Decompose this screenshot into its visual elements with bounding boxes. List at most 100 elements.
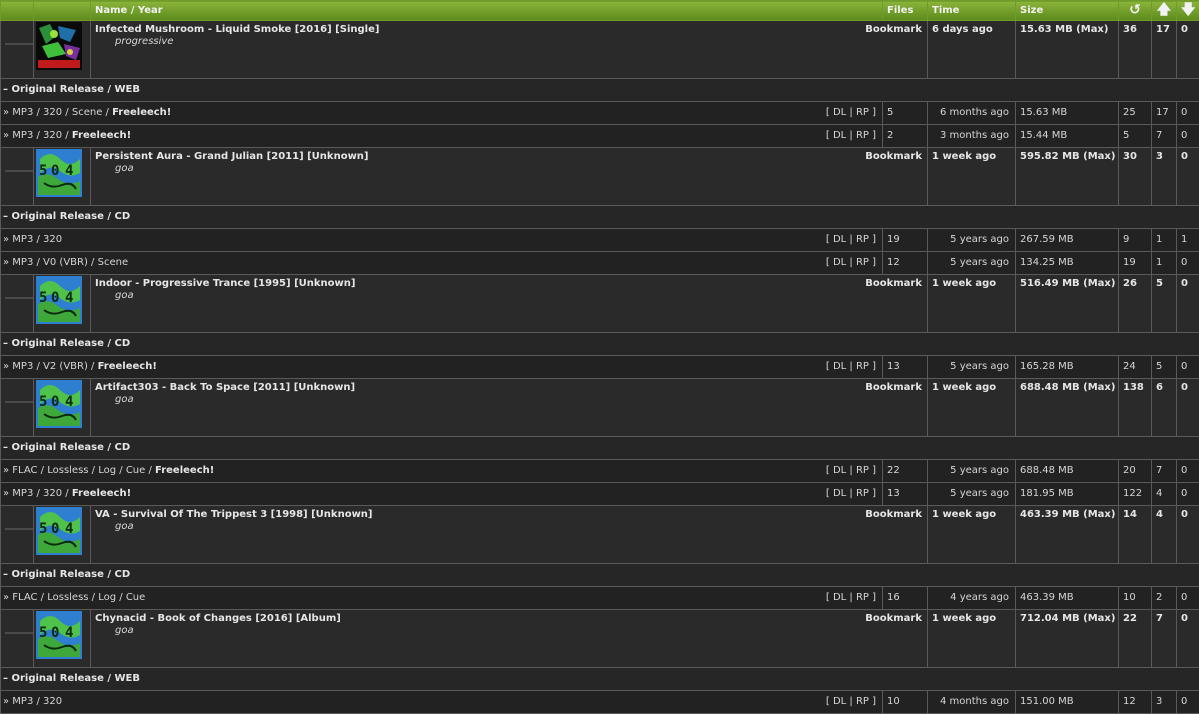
dl-rp-links[interactable]: [ DL | RP ] <box>826 483 876 505</box>
sort-name-year[interactable]: Name / Year <box>91 1 883 21</box>
torrent-time: 5 years ago <box>928 229 1016 252</box>
torrent-format-link[interactable]: » MP3 / V2 (VBR) / <box>3 361 98 372</box>
edition-label: Original Release / CD <box>11 211 130 222</box>
dl-rp-links[interactable]: [ DL | RP ] <box>826 587 876 609</box>
edition-label: Original Release / CD <box>11 569 130 580</box>
album-art-image[interactable]: 504 <box>36 149 82 197</box>
torrent-files: 5 <box>883 102 928 125</box>
torrent-files: 22 <box>883 460 928 483</box>
torrent-row: » MP3 / 320 / Freeleech![ DL | RP ]135 y… <box>1 483 1199 506</box>
dl-rp-links[interactable]: [ DL | RP ] <box>826 229 876 251</box>
edition-cell[interactable]: – Original Release / CD <box>1 206 1199 229</box>
freeleech-badge: Freeleech! <box>112 107 171 118</box>
group-collapse-cell <box>1 275 34 333</box>
torrent-format-link[interactable]: » MP3 / 320 <box>3 234 62 245</box>
freeleech-badge: Freeleech! <box>72 488 131 499</box>
group-tag-link[interactable]: goa <box>115 625 923 636</box>
group-seeders: 5 <box>1152 275 1177 333</box>
group-row: 504 Indoor - Progressive Trance [1995] [U… <box>1 275 1199 333</box>
svg-text:4: 4 <box>65 394 73 410</box>
bookmark-link[interactable]: Bookmark <box>865 278 922 289</box>
collapse-bar[interactable] <box>5 528 33 530</box>
freeleech-badge: Freeleech! <box>72 130 131 141</box>
sort-leechers-icon[interactable]: 🡇 <box>1177 1 1199 21</box>
bookmark-link[interactable]: Bookmark <box>865 613 922 624</box>
album-art-image[interactable]: 504 <box>36 380 82 428</box>
album-art-cell: 504 <box>34 506 91 564</box>
group-time: 1 week ago <box>928 275 1016 333</box>
group-tag-link[interactable]: goa <box>115 394 923 405</box>
svg-text:0: 0 <box>51 394 59 410</box>
group-size: 712.04 MB (Max) <box>1016 610 1119 668</box>
torrent-format-link[interactable]: » FLAC / Lossless / Log / Cue <box>3 592 145 603</box>
bookmark-link[interactable]: Bookmark <box>865 24 922 35</box>
group-title-link[interactable]: VA - Survival Of The Trippest 3 [1998] [… <box>95 509 373 520</box>
group-leechers: 0 <box>1177 21 1199 79</box>
edition-cell[interactable]: – Original Release / WEB <box>1 668 1199 691</box>
album-art-image[interactable] <box>36 22 82 70</box>
bookmark-link[interactable]: Bookmark <box>865 509 922 520</box>
torrent-format-link[interactable]: » MP3 / 320 / Scene / <box>3 107 112 118</box>
album-art-image[interactable]: 504 <box>36 611 82 659</box>
dl-rp-links[interactable]: [ DL | RP ] <box>826 460 876 482</box>
dl-rp-links[interactable]: [ DL | RP ] <box>826 252 876 274</box>
collapse-bar[interactable] <box>5 43 33 45</box>
edition-label: Original Release / CD <box>11 442 130 453</box>
bookmark-link[interactable]: Bookmark <box>865 382 922 393</box>
album-art-image[interactable]: 504 <box>36 507 82 555</box>
group-tag-link[interactable]: progressive <box>115 36 923 47</box>
edition-cell[interactable]: – Original Release / CD <box>1 333 1199 356</box>
dl-rp-links[interactable]: [ DL | RP ] <box>826 356 876 378</box>
group-tag-link[interactable]: goa <box>115 521 923 532</box>
torrent-format-link[interactable]: » FLAC / Lossless / Log / Cue / <box>3 465 155 476</box>
torrent-format-link[interactable]: » MP3 / V0 (VBR) / Scene <box>3 257 128 268</box>
torrent-time: 3 months ago <box>928 125 1016 148</box>
group-seeders: 7 <box>1152 610 1177 668</box>
group-tag-link[interactable]: goa <box>115 290 923 301</box>
group-title-link[interactable]: Chynacid - Book of Changes [2016] [Album… <box>95 613 341 624</box>
dl-rp-links[interactable]: [ DL | RP ] <box>826 102 876 124</box>
torrent-seeders: 7 <box>1152 125 1177 148</box>
album-art-cell: 504 <box>34 148 91 206</box>
sort-time[interactable]: Time <box>928 1 1016 21</box>
torrent-row: » MP3 / 320[ DL | RP ]104 months ago151.… <box>1 691 1199 714</box>
bookmark-link[interactable]: Bookmark <box>865 151 922 162</box>
torrent-row: » FLAC / Lossless / Log / Cue [ DL | RP ]… <box>1 587 1199 610</box>
group-seeders: 6 <box>1152 379 1177 437</box>
torrent-format-link[interactable]: » MP3 / 320 / <box>3 130 72 141</box>
edition-cell[interactable]: – Original Release / CD <box>1 437 1199 460</box>
collapse-bar[interactable] <box>5 170 33 172</box>
sort-size[interactable]: Size <box>1016 1 1119 21</box>
group-collapse-cell <box>1 21 34 79</box>
torrent-size: 688.48 MB <box>1016 460 1119 483</box>
group-size: 463.39 MB (Max) <box>1016 506 1119 564</box>
group-leechers: 0 <box>1177 148 1199 206</box>
edition-cell[interactable]: – Original Release / CD <box>1 564 1199 587</box>
group-title-link[interactable]: Indoor - Progressive Trance [1995] [Unkn… <box>95 278 355 289</box>
edition-label: Original Release / WEB <box>11 84 140 95</box>
torrent-snatched: 5 <box>1119 125 1152 148</box>
torrent-seeders: 2 <box>1152 587 1177 610</box>
torrent-files: 13 <box>883 483 928 506</box>
album-art-image[interactable]: 504 <box>36 276 82 324</box>
sort-seeders-icon[interactable]: 🡅 <box>1152 1 1177 21</box>
group-title-link[interactable]: Artifact303 - Back To Space [2011] [Unkn… <box>95 382 355 393</box>
dl-rp-links[interactable]: [ DL | RP ] <box>826 125 876 147</box>
torrent-leechers: 0 <box>1177 125 1199 148</box>
collapse-bar[interactable] <box>5 297 33 299</box>
collapse-bar[interactable] <box>5 401 33 403</box>
group-title-link[interactable]: Infected Mushroom - Liquid Smoke [2016] … <box>95 24 379 35</box>
sort-snatched-icon[interactable]: ↺ <box>1119 1 1152 21</box>
sort-files[interactable]: Files <box>883 1 928 21</box>
edition-cell[interactable]: – Original Release / WEB <box>1 79 1199 102</box>
group-tag-link[interactable]: goa <box>115 163 923 174</box>
svg-text:5: 5 <box>39 163 47 179</box>
torrent-format-link[interactable]: » MP3 / 320 / <box>3 488 72 499</box>
collapse-bar[interactable] <box>5 632 33 634</box>
dl-rp-links[interactable]: [ DL | RP ] <box>826 691 876 713</box>
svg-text:5: 5 <box>39 521 47 537</box>
torrent-format-link[interactable]: » MP3 / 320 <box>3 696 62 707</box>
svg-text:0: 0 <box>51 290 59 306</box>
group-title-link[interactable]: Persistent Aura - Grand Julian [2011] [U… <box>95 151 369 162</box>
torrent-files: 13 <box>883 356 928 379</box>
